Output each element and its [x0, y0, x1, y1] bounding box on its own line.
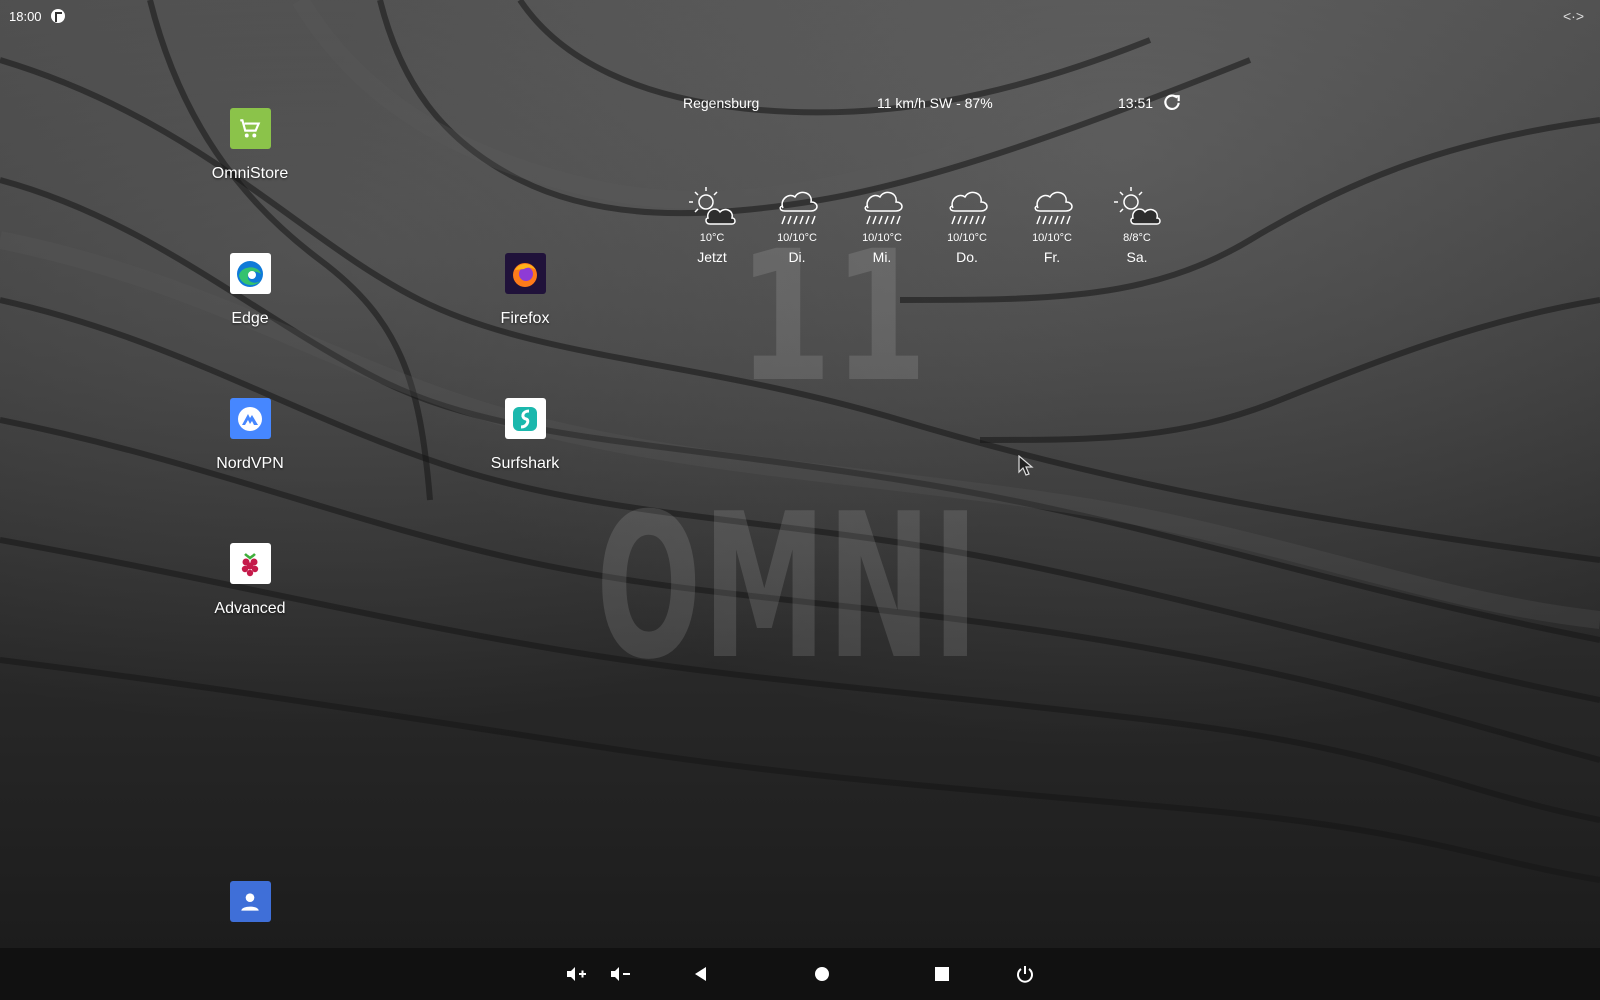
edge-browser-icon — [229, 253, 271, 294]
app-label: Edge — [231, 310, 269, 327]
raspberry-pi-icon — [229, 543, 271, 584]
app-label: Firefox — [500, 310, 550, 327]
omni-status-icon — [51, 9, 65, 23]
contacts-icon — [229, 881, 271, 922]
firefox-icon — [504, 253, 546, 294]
back-icon[interactable] — [687, 960, 715, 988]
forecast-temp: 10/10°C — [777, 232, 817, 244]
app-firefox[interactable]: Firefox — [460, 253, 590, 328]
forecast-day-label: Do. — [956, 249, 978, 265]
forecast-day-label: Jetzt — [697, 249, 727, 265]
surfshark-icon — [504, 398, 546, 439]
forecast-temp: 10°C — [699, 232, 725, 244]
home-icon[interactable] — [808, 960, 836, 988]
partly-sunny-icon — [1114, 187, 1161, 225]
forecast-temp: 10/10°C — [862, 232, 902, 244]
forecast-day: 10/10°C Do. — [935, 184, 999, 265]
app-label: Advanced — [214, 600, 286, 617]
app-omnistore[interactable]: OmniStore — [185, 108, 315, 183]
navigation-bar — [0, 948, 1600, 1000]
volume-down-icon[interactable] — [606, 960, 634, 988]
forecast-temp: 10/10°C — [947, 232, 987, 244]
volume-up-icon[interactable] — [562, 960, 590, 988]
app-surfshark[interactable]: Surfshark — [460, 398, 590, 473]
weather-wind: 11 km/h SW - 87% — [877, 95, 993, 111]
forecast-temp: 10/10°C — [1032, 232, 1072, 244]
weather-city: Regensburg — [683, 95, 760, 111]
shopping-cart-icon — [229, 108, 271, 149]
power-icon[interactable] — [1011, 960, 1039, 988]
app-contacts[interactable] — [185, 881, 315, 922]
recents-icon[interactable] — [928, 960, 956, 988]
status-time: 18:00 — [9, 9, 42, 24]
expand-arrows-icon[interactable]: <·> — [1563, 8, 1584, 24]
forecast-day: 10/10°C Di. — [765, 184, 829, 265]
mouse-cursor-icon — [1018, 455, 1034, 476]
app-advanced[interactable]: Advanced — [185, 543, 315, 618]
rain-cloud-icon — [864, 191, 903, 225]
forecast-temp: 8/8°C — [1123, 232, 1151, 244]
forecast-day: 8/8°C Sa. — [1105, 184, 1169, 265]
forecast-day: 10°C Jetzt — [680, 184, 744, 265]
rain-cloud-icon — [949, 191, 988, 225]
forecast-day-label: Sa. — [1126, 249, 1148, 265]
rain-cloud-icon — [1034, 191, 1073, 225]
app-label: Surfshark — [490, 455, 560, 472]
app-edge[interactable]: Edge — [185, 253, 315, 328]
refresh-icon[interactable] — [1162, 92, 1182, 112]
forecast-day: 10/10°C Mi. — [850, 184, 914, 265]
app-label: NordVPN — [216, 455, 284, 472]
forecast-day-label: Fr. — [1043, 249, 1061, 265]
forecast-day: 10/10°C Fr. — [1020, 184, 1084, 265]
status-bar: 18:00 <·> — [0, 0, 1600, 34]
partly-sunny-icon — [689, 187, 736, 225]
weather-updated-time: 13:51 — [1118, 95, 1154, 111]
forecast-day-label: Mi. — [872, 249, 892, 265]
wallpaper-watermark-omni: OMNI — [596, 471, 980, 704]
app-nordvpn[interactable]: NordVPN — [185, 398, 315, 473]
nordvpn-icon — [229, 398, 271, 439]
app-label: OmniStore — [211, 165, 289, 182]
rain-cloud-icon — [779, 191, 818, 225]
forecast-day-label: Di. — [788, 249, 806, 265]
